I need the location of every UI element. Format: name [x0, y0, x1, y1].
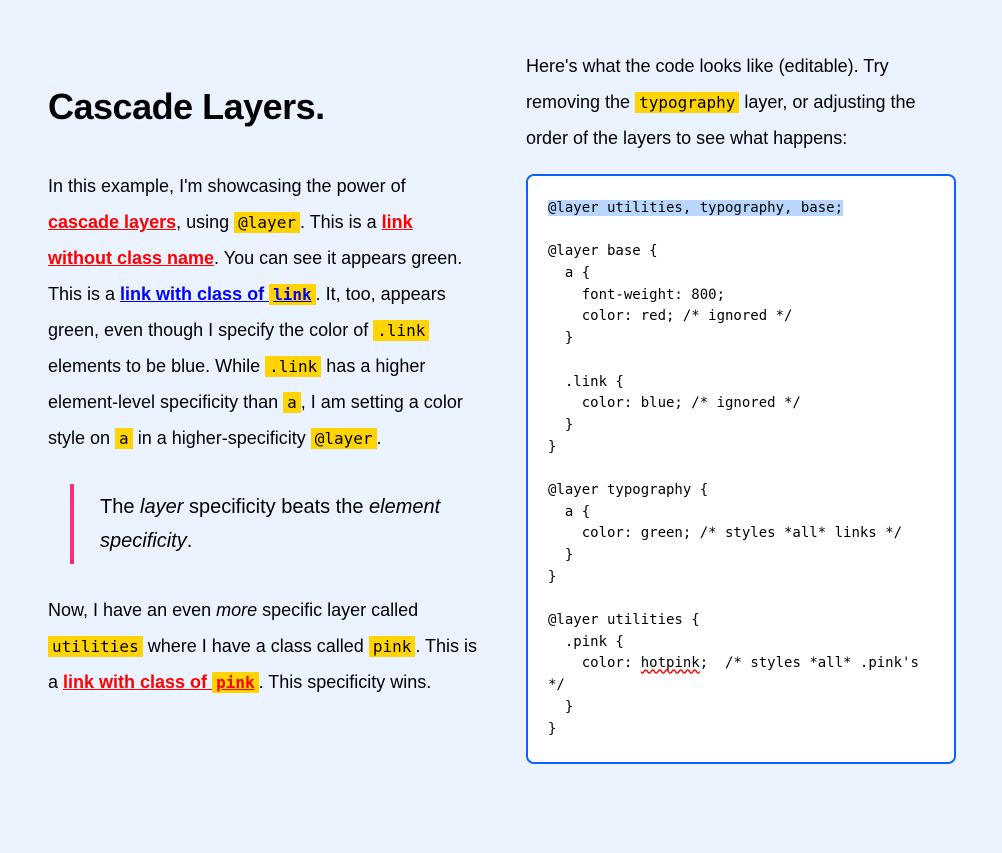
emphasis: more — [216, 600, 257, 620]
text: . — [377, 428, 382, 448]
code-editor[interactable]: @layer utilities, typography, base; @lay… — [526, 174, 956, 764]
text: in a higher-specificity — [133, 428, 311, 448]
code-block: @layer base { a { font-weight: 800; colo… — [548, 243, 801, 454]
right-intro: Here's what the code looks like (editabl… — [526, 48, 956, 156]
at-layer-code: @layer — [311, 428, 377, 449]
text: . This is a — [300, 212, 382, 232]
cascade-layers-link[interactable]: cascade layers — [48, 212, 176, 232]
text: , using — [176, 212, 234, 232]
a-code: a — [115, 428, 133, 449]
text: . — [187, 530, 193, 552]
code-selection: @layer utilities, typography, base; — [548, 200, 843, 216]
link-text: link with class of — [63, 672, 212, 692]
blockquote: The layer specificity beats the element … — [70, 484, 478, 564]
link-with-class-link-link[interactable]: link with class of link — [120, 284, 316, 304]
pink-code: pink — [369, 636, 416, 657]
dot-link-code: .link — [373, 320, 429, 341]
text: specificity beats the — [183, 496, 369, 518]
text: specific layer called — [257, 600, 418, 620]
text: Now, I have an even — [48, 600, 216, 620]
at-layer-code: @layer — [234, 212, 300, 233]
a-code: a — [283, 392, 301, 413]
link-with-class-pink-link[interactable]: link with class of pink — [63, 672, 259, 692]
utilities-code: utilities — [48, 636, 143, 657]
text: where I have a class called — [143, 636, 369, 656]
typography-code: typography — [635, 92, 739, 113]
page-title: Cascade Layers. — [48, 86, 478, 128]
text: . This specificity wins. — [259, 672, 432, 692]
text: The — [100, 496, 140, 518]
link-text: link with class of — [120, 284, 269, 304]
paragraph-1: In this example, I'm showcasing the powe… — [48, 168, 478, 456]
link-code: link — [269, 284, 316, 305]
paragraph-2: Now, I have an even more specific layer … — [48, 592, 478, 700]
text: In this example, I'm showcasing the powe… — [48, 176, 406, 196]
pink-code: pink — [212, 672, 259, 693]
emphasis: layer — [140, 496, 183, 518]
dot-link-code: .link — [265, 356, 321, 377]
code-block: @layer typography { a { color: green; /*… — [548, 482, 902, 585]
text: elements to be blue. While — [48, 356, 265, 376]
spellcheck-underline: hotpink — [641, 655, 700, 671]
